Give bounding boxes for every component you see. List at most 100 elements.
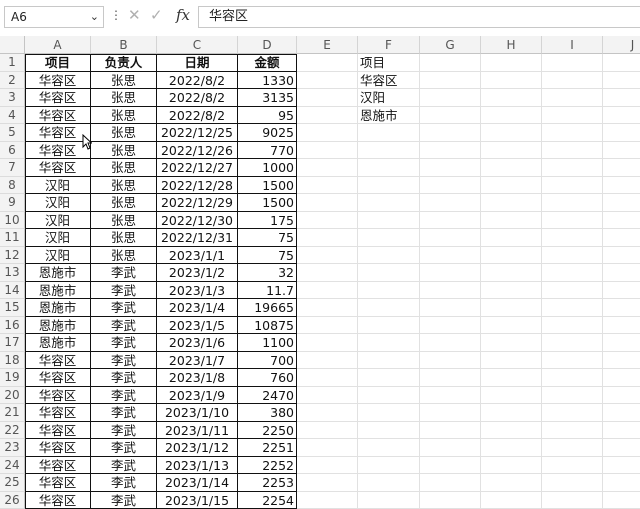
table-header-cell[interactable]: 金额 xyxy=(238,54,297,72)
column-header-h[interactable]: H xyxy=(481,36,542,54)
table-cell[interactable]: 华容区 xyxy=(25,72,91,90)
cell[interactable] xyxy=(358,177,420,195)
table-cell[interactable]: 2252 xyxy=(238,457,297,475)
cell[interactable] xyxy=(481,439,542,457)
cell[interactable] xyxy=(358,492,420,509)
cell[interactable] xyxy=(542,422,603,440)
chevron-down-icon[interactable]: ⌄ xyxy=(90,7,99,27)
cell[interactable] xyxy=(481,317,542,335)
table-cell[interactable]: 华容区 xyxy=(25,422,91,440)
cell[interactable] xyxy=(420,369,481,387)
row-header[interactable]: 25 xyxy=(0,474,25,492)
cell[interactable] xyxy=(481,177,542,195)
row-header[interactable]: 22 xyxy=(0,422,25,440)
cell[interactable] xyxy=(542,89,603,107)
cell[interactable] xyxy=(542,352,603,370)
table-cell[interactable]: 19665 xyxy=(238,299,297,317)
table-cell[interactable]: 李武 xyxy=(91,264,157,282)
table-cell[interactable]: 2023/1/12 xyxy=(157,439,238,457)
cell[interactable] xyxy=(542,54,603,72)
table-cell[interactable]: 张思 xyxy=(91,177,157,195)
cell[interactable] xyxy=(603,404,640,422)
cell[interactable] xyxy=(297,229,358,247)
cell[interactable] xyxy=(481,212,542,230)
cell[interactable] xyxy=(481,194,542,212)
table-cell[interactable]: 李武 xyxy=(91,352,157,370)
table-cell[interactable]: 张思 xyxy=(91,194,157,212)
cell[interactable] xyxy=(420,107,481,125)
cell[interactable] xyxy=(358,142,420,160)
column-header-a[interactable]: A xyxy=(25,36,91,54)
cell[interactable] xyxy=(297,72,358,90)
table-cell[interactable]: 175 xyxy=(238,212,297,230)
table-cell[interactable]: 75 xyxy=(238,229,297,247)
table-cell[interactable]: 恩施市 xyxy=(25,317,91,335)
table-cell[interactable]: 华容区 xyxy=(25,439,91,457)
cell[interactable] xyxy=(481,264,542,282)
cell[interactable] xyxy=(420,142,481,160)
cell[interactable] xyxy=(297,439,358,457)
row-header[interactable]: 11 xyxy=(0,229,25,247)
cell[interactable] xyxy=(420,474,481,492)
row-header[interactable]: 3 xyxy=(0,89,25,107)
table-cell[interactable]: 李武 xyxy=(91,404,157,422)
cell[interactable] xyxy=(542,177,603,195)
table-cell[interactable]: 李武 xyxy=(91,474,157,492)
table-cell[interactable]: 恩施市 xyxy=(25,334,91,352)
table-cell[interactable]: 2022/8/2 xyxy=(157,72,238,90)
cell[interactable] xyxy=(358,247,420,265)
table-cell[interactable]: 李武 xyxy=(91,422,157,440)
table-cell[interactable]: 2250 xyxy=(238,422,297,440)
table-cell[interactable]: 32 xyxy=(238,264,297,282)
row-header[interactable]: 18 xyxy=(0,352,25,370)
table-cell[interactable]: 张思 xyxy=(91,229,157,247)
table-cell[interactable]: 华容区 xyxy=(25,492,91,509)
table-cell[interactable]: 2251 xyxy=(238,439,297,457)
cell[interactable] xyxy=(297,317,358,335)
row-header[interactable]: 6 xyxy=(0,142,25,160)
cell[interactable] xyxy=(542,72,603,90)
cell[interactable] xyxy=(297,387,358,405)
cell[interactable] xyxy=(420,439,481,457)
table-cell[interactable]: 汉阳 xyxy=(25,177,91,195)
cell[interactable] xyxy=(481,107,542,125)
table-cell[interactable]: 95 xyxy=(238,107,297,125)
table-cell[interactable]: 380 xyxy=(238,404,297,422)
column-header-f[interactable]: F xyxy=(358,36,420,54)
cell[interactable] xyxy=(297,89,358,107)
cell[interactable] xyxy=(420,404,481,422)
table-cell[interactable]: 汉阳 xyxy=(25,194,91,212)
cell[interactable] xyxy=(481,334,542,352)
name-box[interactable]: A6 ⌄ xyxy=(4,6,104,28)
cell[interactable] xyxy=(603,194,640,212)
cell[interactable] xyxy=(481,89,542,107)
table-cell[interactable]: 张思 xyxy=(91,72,157,90)
cell[interactable] xyxy=(358,124,420,142)
table-cell[interactable]: 恩施市 xyxy=(25,264,91,282)
cell[interactable] xyxy=(481,457,542,475)
table-cell[interactable]: 李武 xyxy=(91,299,157,317)
table-cell[interactable]: 3135 xyxy=(238,89,297,107)
cell[interactable] xyxy=(481,404,542,422)
cell[interactable] xyxy=(420,89,481,107)
cell[interactable] xyxy=(603,474,640,492)
table-cell[interactable]: 李武 xyxy=(91,457,157,475)
cell[interactable] xyxy=(603,247,640,265)
cell[interactable] xyxy=(603,439,640,457)
cell[interactable] xyxy=(420,334,481,352)
table-cell[interactable]: 700 xyxy=(238,352,297,370)
table-cell[interactable]: 华容区 xyxy=(25,404,91,422)
table-cell[interactable]: 11.7 xyxy=(238,282,297,300)
cell[interactable] xyxy=(542,159,603,177)
table-cell[interactable]: 恩施市 xyxy=(25,299,91,317)
cell[interactable] xyxy=(542,387,603,405)
cell[interactable] xyxy=(420,299,481,317)
cell[interactable] xyxy=(481,229,542,247)
cell[interactable] xyxy=(297,264,358,282)
row-header[interactable]: 8 xyxy=(0,177,25,195)
cell[interactable] xyxy=(358,352,420,370)
table-header-cell[interactable]: 项目 xyxy=(25,54,91,72)
cell[interactable] xyxy=(420,212,481,230)
cell[interactable] xyxy=(542,194,603,212)
cell[interactable] xyxy=(481,422,542,440)
